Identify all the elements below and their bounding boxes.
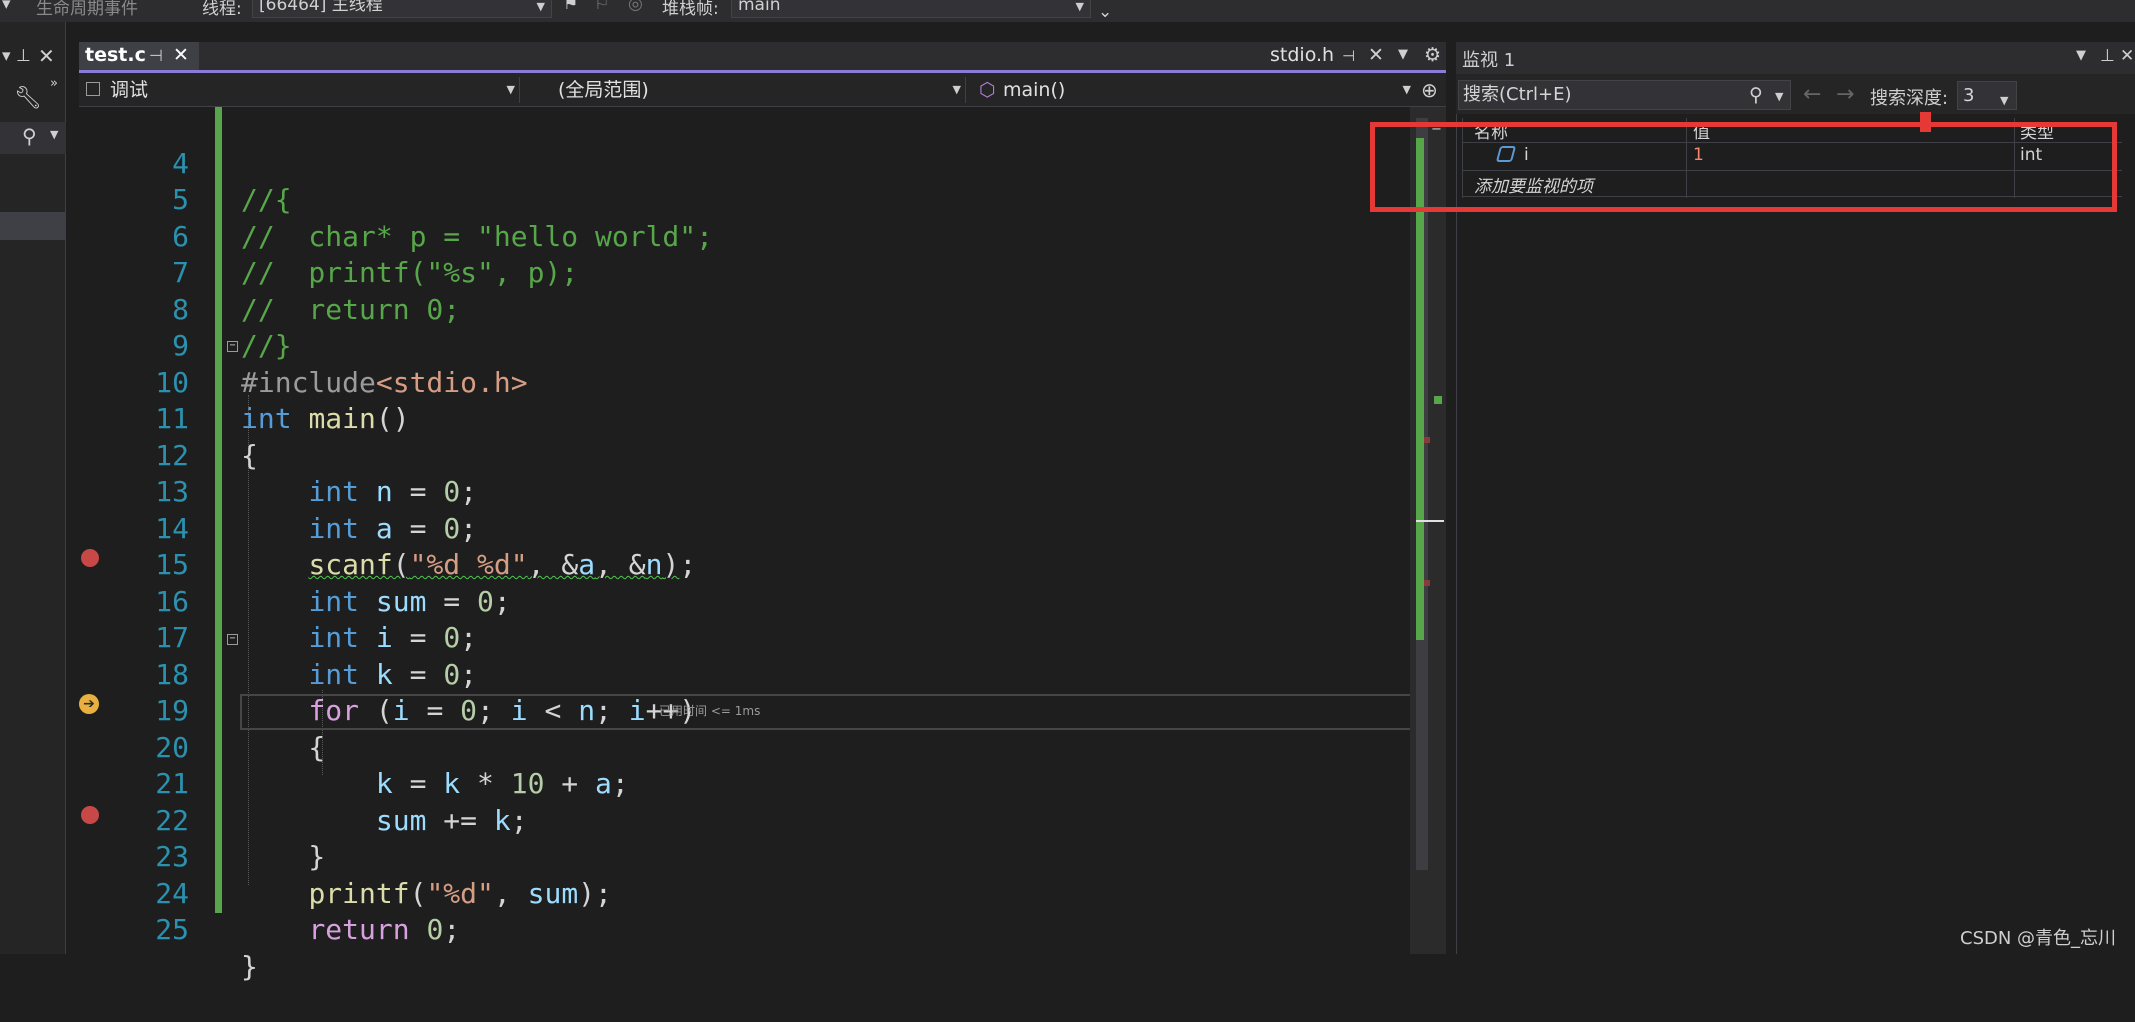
code-line: 14 scanf("%d %d", &a, &n); bbox=[79, 474, 1410, 582]
thread-select-value: [66464] 主线程 bbox=[259, 0, 383, 15]
scope-select[interactable]: (全局范围) ▼ bbox=[528, 77, 966, 103]
perf-tip: 已用时间 <= 1ms bbox=[659, 704, 761, 718]
code-line: 19 { bbox=[79, 657, 1410, 764]
project-select-value: 调试 bbox=[110, 79, 149, 101]
watch-search-input[interactable]: 搜索(Ctrl+E) ⚲ ▼ bbox=[1458, 80, 1791, 110]
scope-select-value: (全局范围) bbox=[558, 79, 649, 101]
scrollbar-marker bbox=[1434, 396, 1442, 404]
scrollbar-marker bbox=[1424, 437, 1430, 443]
flag-toggle-icon[interactable]: ⚐ bbox=[594, 0, 609, 14]
code-line: 6 // printf("%s", p); bbox=[79, 182, 1410, 290]
scrollbar-marker bbox=[1424, 580, 1430, 586]
search-depth-value: 3 bbox=[1963, 85, 1975, 106]
close-icon[interactable]: ✕ bbox=[2120, 46, 2134, 66]
watermark: CSDN @青色_忘川 bbox=[1960, 928, 2117, 949]
code-line: 8 //} bbox=[79, 255, 1410, 363]
code-line: 22 } bbox=[79, 766, 1410, 874]
tab-test-c[interactable]: test.c ⊣ ✕ bbox=[79, 42, 199, 72]
scrollbar-change-marker bbox=[1416, 138, 1424, 640]
dropdown-arrow-icon[interactable]: ▾ bbox=[2, 0, 11, 14]
chevron-down-icon: ▼ bbox=[2000, 94, 2009, 107]
split-view-icon[interactable]: ⊕ bbox=[1421, 78, 1438, 102]
project-icon bbox=[86, 82, 100, 96]
chevron-down-icon: ▼ bbox=[1075, 0, 1084, 13]
chevron-down-icon: ▼ bbox=[536, 0, 545, 13]
chevron-down-icon[interactable]: ▼ bbox=[2076, 48, 2086, 63]
code-line: 24 return 0; bbox=[79, 839, 1410, 947]
code-line: 7 // return 0; bbox=[79, 219, 1410, 326]
code-line: 5 // char* p = "hello world"; bbox=[79, 146, 1410, 253]
close-icon[interactable]: ✕ bbox=[1368, 44, 1384, 66]
code-line: 15 int sum = 0; bbox=[79, 511, 1410, 618]
code-text: return 0; bbox=[308, 913, 461, 946]
wrench-icon[interactable]: 🔧︎ bbox=[14, 86, 42, 111]
code-line: 10 int main() bbox=[79, 328, 1410, 436]
code-line: 16 int i = 0; bbox=[79, 547, 1410, 655]
code-line: 11 { bbox=[79, 365, 1410, 472]
search-icon[interactable]: ⚲ bbox=[1749, 81, 1763, 109]
stack-frame-value: main bbox=[738, 0, 781, 15]
pin-icon[interactable]: ⊥ bbox=[16, 46, 31, 66]
project-select[interactable]: 调试 ▼ bbox=[82, 77, 520, 103]
search-icon[interactable]: ⚲ bbox=[22, 124, 37, 148]
left-selected-item[interactable] bbox=[0, 212, 66, 240]
tab-stdio-h[interactable]: stdio.h bbox=[1270, 44, 1334, 66]
pin-icon[interactable]: ⊣ bbox=[149, 46, 163, 65]
chevron-down-icon: ▼ bbox=[1402, 83, 1411, 96]
close-icon[interactable]: ✕ bbox=[38, 44, 55, 68]
watch-title: 监视 1 bbox=[1462, 50, 1516, 71]
code-line: 23 printf("%d", sum); bbox=[79, 803, 1410, 910]
code-line: 13 int a = 0; bbox=[79, 438, 1410, 545]
dropdown-arrow-icon[interactable]: ▾ bbox=[2, 46, 11, 66]
stack-icon[interactable]: ◎ bbox=[628, 0, 643, 14]
search-depth-select[interactable]: 3 ▼ bbox=[1957, 81, 2017, 110]
thread-select[interactable]: [66464] 主线程 ▼ bbox=[252, 0, 552, 18]
line-number: 25 bbox=[155, 913, 189, 946]
code-line: 20 k = k * 10 + a; 已用时间 <= 1ms bbox=[79, 693, 1410, 800]
stack-frame-select[interactable]: main ▼ bbox=[731, 0, 1091, 18]
chevron-down-icon: ▼ bbox=[952, 83, 961, 96]
toolbar-overflow-icon[interactable]: ⌄ bbox=[1098, 2, 1112, 22]
highlight-box bbox=[1370, 122, 2117, 212]
watch-title-bar: 监视 1 ▼ ⊥ ✕ bbox=[1456, 42, 2135, 74]
code-line: 25 } bbox=[79, 876, 1410, 983]
left-tool-strip bbox=[0, 22, 66, 954]
stack-frame-label: 堆栈帧: bbox=[662, 0, 719, 19]
code-line: 9 #include<stdio.h> bbox=[79, 292, 1410, 399]
forward-arrow-icon[interactable]: → bbox=[1836, 82, 1854, 107]
chevron-down-icon[interactable]: ▼ bbox=[1775, 83, 1783, 111]
gear-icon[interactable]: ⚙ bbox=[1424, 44, 1441, 66]
function-select-value: main() bbox=[1003, 79, 1066, 101]
watch-search-placeholder: 搜索(Ctrl+E) bbox=[1463, 84, 1572, 105]
flag-icon[interactable]: ⚑ bbox=[563, 0, 578, 14]
chevron-down-icon[interactable]: ▼ bbox=[50, 128, 58, 141]
code-line: 18 for (i = 0; i < n; i++) bbox=[79, 620, 1410, 728]
editor-tab-row bbox=[79, 42, 1446, 72]
code-line: 4 //{ bbox=[79, 109, 1410, 217]
pin-icon[interactable]: ⊣ bbox=[1342, 47, 1355, 65]
chevron-down-icon: ▼ bbox=[506, 83, 515, 96]
back-arrow-icon[interactable]: ← bbox=[1803, 82, 1821, 107]
search-depth-label: 搜索深度: bbox=[1870, 88, 1949, 109]
lifecycle-events-button[interactable]: 生命周期事件 bbox=[36, 0, 138, 19]
method-cube-icon: ⬡ bbox=[979, 79, 996, 101]
close-icon[interactable]: ✕ bbox=[173, 44, 189, 66]
overflow-chevron-icon[interactable]: » bbox=[50, 76, 58, 91]
code-line: 12 int n = 0; bbox=[79, 401, 1410, 509]
code-line: 17 int k = 0; bbox=[79, 584, 1410, 691]
scrollbar-position-marker bbox=[1416, 520, 1444, 522]
chevron-down-icon[interactable]: ▼ bbox=[1398, 47, 1408, 62]
pin-icon[interactable]: ⊥ bbox=[2100, 46, 2115, 66]
tab-label: test.c bbox=[85, 44, 146, 66]
highlight-marker bbox=[1920, 112, 1931, 132]
thread-label: 线程: bbox=[202, 0, 242, 19]
code-line: 21 sum += k; bbox=[79, 730, 1410, 837]
function-select[interactable]: ⬡ main() ▼ bbox=[975, 77, 1415, 103]
